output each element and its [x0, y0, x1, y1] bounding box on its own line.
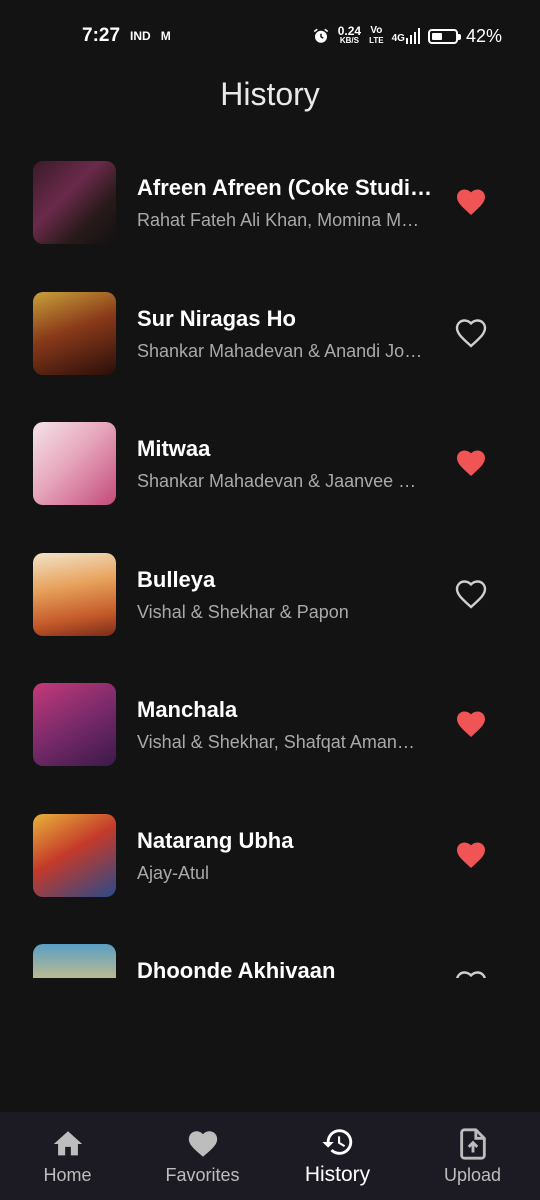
song-title: Sur Niragas Ho [137, 305, 296, 331]
status-time: 7:27 [82, 25, 121, 46]
song-title: Afreen Afreen (Coke Studi… [137, 175, 433, 200]
vo-label: Vo [370, 25, 383, 36]
song-artist: Rahat Fateh Ali Khan, Momina M… [137, 210, 420, 230]
home-icon [53, 1130, 82, 1155]
carrier-icon: IND [130, 29, 151, 43]
list-item[interactable]: Dhoonde Akhivaan [0, 921, 540, 978]
nav-upload[interactable]: Upload [405, 1112, 540, 1200]
song-artist: Vishal & Shekhar, Shafqat Aman… [137, 732, 415, 752]
speed-unit: KB/S [339, 36, 359, 45]
nav-home[interactable]: Home [0, 1112, 135, 1200]
history-list[interactable]: Afreen Afreen (Coke Studi… Rahat Fateh Al… [0, 138, 540, 978]
album-art [33, 291, 116, 375]
album-art [33, 161, 116, 244]
song-title: Mitwaa [137, 436, 211, 461]
song-title: Bulleya [137, 566, 216, 592]
status-bar: 7:27 IND M 0.24 KB/S Vo LTE 4G 42% [0, 0, 540, 72]
song-artist: Shankar Mahadevan & Anandi Jo… [137, 340, 423, 361]
bottom-navigation: Home Favorites History Upload [0, 1112, 540, 1200]
heart-outline-icon[interactable] [455, 579, 487, 609]
song-title: Natarang Ubha [137, 827, 294, 853]
album-art [33, 944, 116, 978]
heart-filled-icon[interactable] [455, 709, 487, 739]
list-item[interactable]: Natarang Ubha Ajay-Atul [0, 791, 540, 921]
battery-icon [427, 28, 461, 44]
status-left: 7:27 IND M [82, 25, 171, 47]
heart-filled-icon[interactable] [455, 840, 487, 870]
song-artist: Vishal & Shekhar & Papon [137, 601, 349, 622]
alarm-icon [313, 28, 328, 43]
battery-percent: 42% [465, 25, 502, 46]
list-item[interactable]: Afreen Afreen (Coke Studi… Rahat Fateh Al… [0, 138, 540, 268]
list-item[interactable]: Sur Niragas Ho Shankar Mahadevan & Anandi… [0, 269, 540, 399]
song-title: Manchala [137, 697, 238, 722]
song-title: Dhoonde Akhivaan [137, 958, 336, 978]
lte-label: LTE [369, 36, 384, 45]
status-right: 0.24 KB/S Vo LTE 4G 42% [312, 24, 502, 47]
nav-history-label: History [304, 1163, 371, 1186]
network-speed: 0.24 KB/S [337, 24, 362, 46]
nav-home-label: Home [43, 1164, 92, 1185]
heart-outline-icon[interactable] [455, 318, 487, 348]
album-art [33, 552, 116, 636]
heart-filled-icon[interactable] [455, 448, 487, 478]
song-artist: Ajay-Atul [137, 862, 210, 883]
history-icon [321, 1129, 352, 1155]
nav-favorites[interactable]: Favorites [135, 1112, 270, 1200]
list-item[interactable]: Mitwaa Shankar Mahadevan & Jaanvee … [0, 399, 540, 529]
signal-icon: 4G [392, 28, 420, 44]
list-item[interactable]: Manchala Vishal & Shekhar, Shafqat Aman… [0, 660, 540, 790]
list-item[interactable]: Bulleya Vishal & Shekhar & Papon [0, 530, 540, 660]
mail-icon: M [160, 29, 171, 43]
volte-indicator: Vo LTE [369, 26, 384, 46]
heart-icon [188, 1130, 217, 1157]
network-type: 4G [391, 33, 405, 44]
heart-outline-icon[interactable] [455, 970, 487, 978]
nav-history[interactable]: History [270, 1112, 405, 1200]
song-artist: Shankar Mahadevan & Jaanvee … [137, 471, 417, 491]
nav-upload-label: Upload [443, 1164, 502, 1185]
nav-favorites-label: Favorites [165, 1164, 240, 1185]
upload-icon [459, 1127, 486, 1160]
heart-filled-icon[interactable] [455, 187, 487, 217]
page-title: History [220, 76, 320, 112]
album-art [33, 422, 116, 505]
album-art [33, 683, 116, 766]
album-art [33, 813, 116, 897]
speed-value: 0.24 [337, 24, 362, 38]
